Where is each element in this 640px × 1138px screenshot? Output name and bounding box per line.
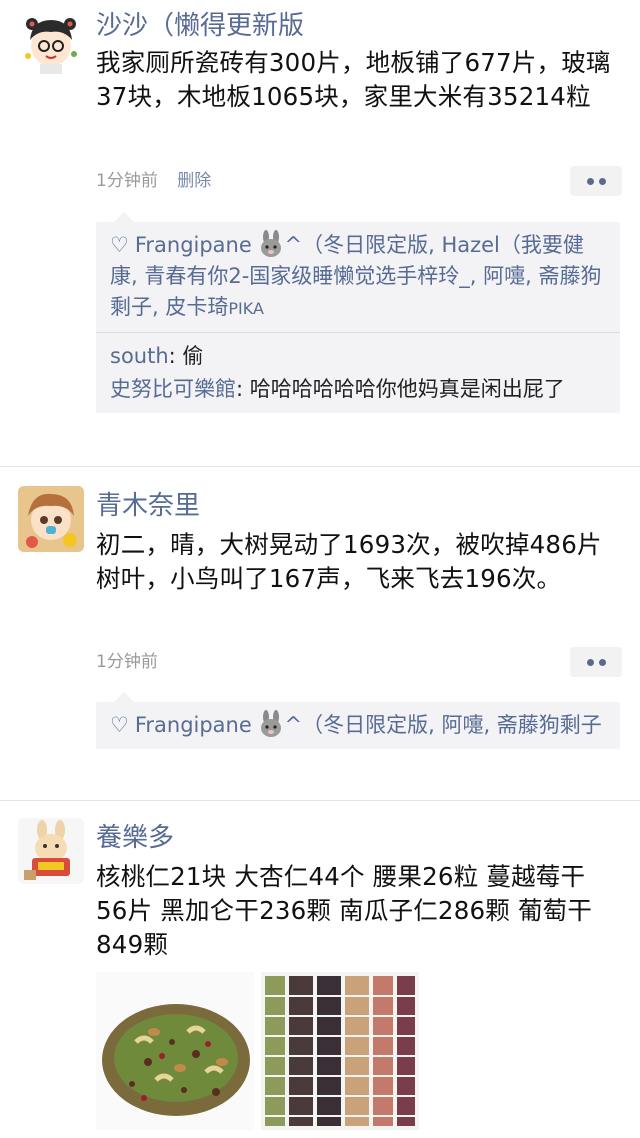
delete-link[interactable]: 删除 xyxy=(177,171,211,191)
bunny-emoji-icon xyxy=(258,230,284,258)
sparkle-icon: ^ xyxy=(284,233,303,257)
like-name[interactable]: Frangipane xyxy=(135,233,252,257)
post-text: 我家厕所瓷砖有300片，地板铺了677片，玻璃37块，木地板1065块，家里大米… xyxy=(96,48,611,111)
like-name-pika: PIKA xyxy=(228,299,264,318)
post-separator xyxy=(0,466,640,467)
likes-list: ♡ Frangipane ^（冬日限定版, 阿嚏, 斋藤狗剩子 xyxy=(96,702,620,749)
post-author[interactable]: 養樂多 xyxy=(96,822,174,854)
post-text: 核桃仁21块 大杏仁44个 腰果26粒 蔓越莓干56片 黑加仑干236颗 南瓜子… xyxy=(96,862,593,959)
avatar[interactable] xyxy=(18,818,84,884)
avatar[interactable] xyxy=(18,486,84,552)
post-time: 1分钟前 xyxy=(96,652,158,672)
sorted-nuts-photo[interactable] xyxy=(261,972,419,1130)
post-meta: 1分钟前 xyxy=(96,651,172,673)
heart-icon: ♡ xyxy=(110,713,129,737)
bunny-emoji-icon xyxy=(258,710,284,738)
post-author[interactable]: 青木奈里 xyxy=(96,490,200,522)
heart-icon: ♡ xyxy=(110,233,129,257)
comment-text: 哈哈哈哈哈哈你他妈真是闲出屁了 xyxy=(249,377,565,401)
post-separator xyxy=(0,800,640,801)
interaction-panel: ♡ Frangipane ^（冬日限定版, 阿嚏, 斋藤狗剩子 xyxy=(96,692,620,749)
interaction-panel: ♡ Frangipane ^（冬日限定版, Hazel（我要健康, 青春有你2-国… xyxy=(96,212,620,413)
comment-item[interactable]: south: 偷 xyxy=(110,341,606,372)
comment-text: 偷 xyxy=(182,344,204,368)
like-names-rest: （冬日限定版, 阿嚏, 斋藤狗剩子 xyxy=(302,713,602,737)
like-name[interactable]: Frangipane xyxy=(135,713,252,737)
comment-author[interactable]: south xyxy=(110,344,169,368)
sparkle-icon: ^ xyxy=(284,713,303,737)
nuts-mix-photo[interactable] xyxy=(96,972,254,1130)
more-actions-button[interactable] xyxy=(570,166,622,196)
more-actions-button[interactable] xyxy=(570,647,622,677)
post-text: 初二，晴，大树晃动了1693次，被吹掉486片树叶，小鸟叫了167声，飞来飞去1… xyxy=(96,530,602,593)
comment-item[interactable]: 史努比可樂館: 哈哈哈哈哈哈你他妈真是闲出屁了 xyxy=(110,374,606,405)
likes-list: ♡ Frangipane ^（冬日限定版, Hazel（我要健康, 青春有你2-国… xyxy=(96,222,620,332)
post-author[interactable]: 沙沙（懒得更新版 xyxy=(96,10,304,42)
comments-list: south: 偷 史努比可樂館: 哈哈哈哈哈哈你他妈真是闲出屁了 xyxy=(96,333,620,413)
avatar[interactable] xyxy=(18,10,84,76)
comment-author[interactable]: 史努比可樂館 xyxy=(110,377,236,401)
post-time: 1分钟前 xyxy=(96,171,158,191)
post-meta: 1分钟前 删除 xyxy=(96,170,225,192)
